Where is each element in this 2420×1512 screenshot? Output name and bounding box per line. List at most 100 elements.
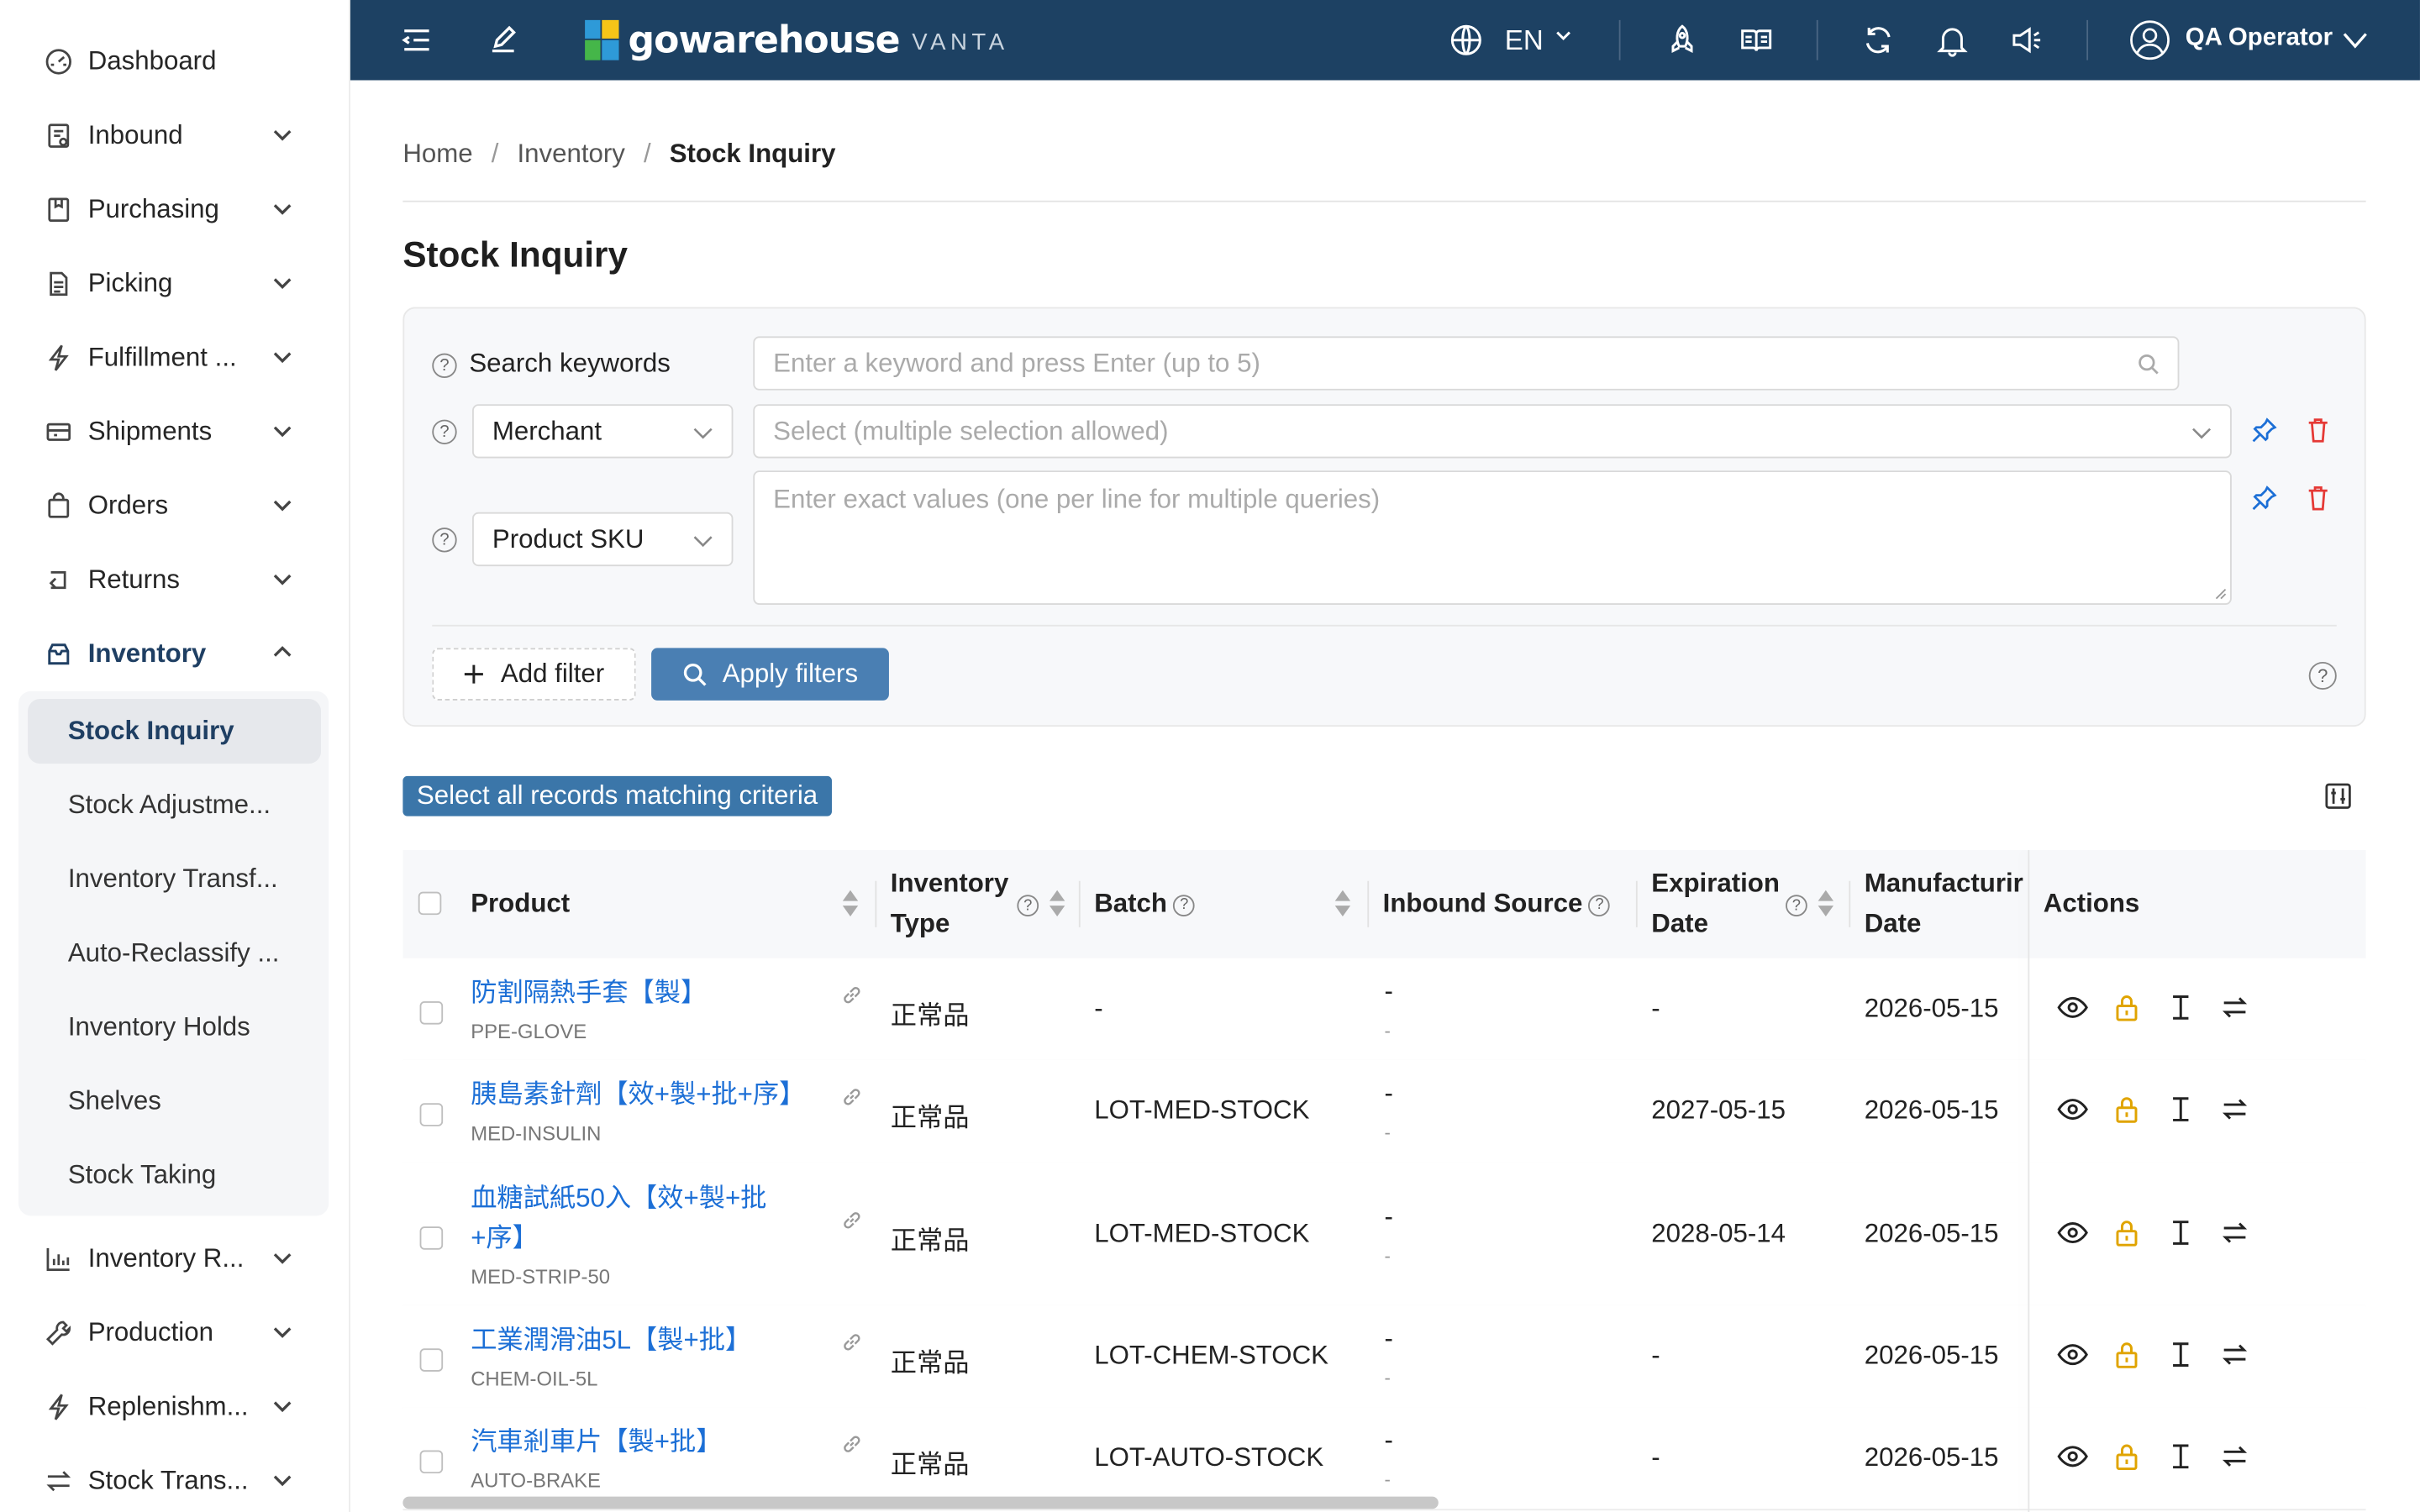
merchant-select[interactable]: Select (multiple selection allowed) (753, 404, 2232, 459)
merchant-field-select[interactable]: Merchant (472, 404, 734, 459)
search-input[interactable]: Enter a keyword and press Enter (up to 5… (753, 336, 2180, 391)
adjust-icon[interactable] (2165, 1217, 2196, 1248)
product-link[interactable]: 防割隔熱手套【製】 (471, 974, 810, 1014)
transfer-icon[interactable] (2219, 992, 2250, 1023)
add-filter-button[interactable]: Add filter (432, 648, 636, 701)
lock-icon[interactable] (2112, 1339, 2143, 1370)
select-all-checkbox[interactable] (418, 891, 442, 916)
resize-handle-icon[interactable] (2213, 586, 2228, 601)
row-checkbox[interactable] (419, 1226, 444, 1250)
column-header-product[interactable]: Product (471, 850, 570, 958)
speaker-icon[interactable] (2008, 22, 2045, 59)
column-settings-icon[interactable] (2324, 782, 2352, 810)
select-all-matching-button[interactable]: Select all records matching criteria (402, 775, 832, 816)
breadcrumb-inventory[interactable]: Inventory (517, 139, 624, 170)
sidebar-subitem-stock-inquiry[interactable]: Stock Inquiry (28, 699, 322, 764)
breadcrumb-home[interactable]: Home (402, 139, 472, 170)
sidebar-item-returns[interactable]: Returns (24, 549, 321, 611)
globe-icon[interactable] (1448, 22, 1485, 59)
column-header-inventory-type[interactable]: Inventory Type (891, 850, 1009, 958)
link-icon[interactable] (841, 984, 863, 1006)
sidebar-subitem-auto-reclassify[interactable]: Auto-Reclassify ... (28, 921, 321, 986)
refresh-icon[interactable] (1860, 22, 1897, 59)
row-checkbox[interactable] (419, 1450, 444, 1474)
user-name[interactable]: QA Operator (2186, 24, 2333, 52)
book-icon[interactable] (1738, 22, 1775, 59)
delete-icon[interactable] (2304, 417, 2332, 444)
help-icon[interactable]: ? (1173, 895, 1196, 916)
transfer-icon[interactable] (2219, 1339, 2250, 1370)
sort-icon[interactable] (842, 890, 859, 918)
product-link[interactable]: 工業潤滑油5L【製+批】 (471, 1320, 810, 1361)
row-checkbox[interactable] (419, 1001, 444, 1025)
sidebar-item-replenishment[interactable]: Replenishm... (24, 1376, 321, 1437)
link-icon[interactable] (841, 1210, 863, 1231)
link-icon[interactable] (841, 1086, 863, 1108)
column-header-batch[interactable]: Batch ? (1094, 850, 1196, 958)
sidebar-subitem-stock-adjustment[interactable]: Stock Adjustme... (28, 773, 321, 837)
sidebar-item-picking[interactable]: Picking (24, 253, 321, 314)
sidebar-item-shipments[interactable]: Shipments (24, 402, 321, 463)
view-icon[interactable] (2057, 1217, 2088, 1248)
sidebar-item-fulfillment[interactable]: Fulfillment ... (24, 327, 321, 388)
sidebar-item-production[interactable]: Production (24, 1302, 321, 1363)
link-icon[interactable] (841, 1331, 863, 1353)
adjust-icon[interactable] (2165, 1094, 2196, 1125)
column-header-expiration-date[interactable]: Expiration Date (1651, 850, 1780, 958)
sort-icon[interactable] (1334, 890, 1351, 918)
sidebar-subitem-inventory-holds[interactable]: Inventory Holds (28, 995, 321, 1060)
sort-icon[interactable] (1818, 890, 1833, 918)
lock-icon[interactable] (2112, 992, 2143, 1023)
column-header-inbound-source[interactable]: Inbound Source ? (1383, 850, 1611, 958)
horizontal-scrollbar[interactable] (402, 1496, 1439, 1509)
row-checkbox[interactable] (419, 1103, 444, 1126)
apply-filters-button[interactable]: Apply filters (651, 648, 889, 701)
view-icon[interactable] (2057, 992, 2088, 1023)
help-icon[interactable]: ? (1786, 895, 1807, 916)
menu-collapse-icon[interactable] (398, 22, 435, 59)
sidebar-item-purchasing[interactable]: Purchasing (24, 179, 321, 240)
sidebar-item-inventory-reports[interactable]: Inventory R... (24, 1228, 321, 1289)
sidebar-subitem-shelves[interactable]: Shelves (28, 1069, 321, 1134)
product-link[interactable]: 汽車剎車片【製+批】 (471, 1422, 810, 1462)
sku-field-select[interactable]: Product SKU (472, 512, 734, 567)
transfer-icon[interactable] (2219, 1441, 2250, 1472)
brand-logo[interactable]: gowarehouse VANTA (585, 17, 1008, 63)
lock-icon[interactable] (2112, 1217, 2143, 1248)
help-icon[interactable]: ? (432, 353, 457, 378)
row-checkbox[interactable] (419, 1348, 444, 1372)
sidebar-item-inbound[interactable]: Inbound (24, 105, 321, 166)
view-icon[interactable] (2057, 1441, 2088, 1472)
rocket-icon[interactable] (1664, 22, 1701, 59)
column-header-manufacturing-date[interactable]: Manufacturir Date (1865, 850, 2028, 958)
delete-icon[interactable] (2304, 485, 2332, 512)
view-icon[interactable] (2057, 1094, 2088, 1125)
lock-icon[interactable] (2112, 1441, 2143, 1472)
help-icon[interactable]: ? (2308, 661, 2337, 690)
language-selector[interactable]: EN (1505, 24, 1544, 57)
transfer-icon[interactable] (2219, 1094, 2250, 1125)
transfer-icon[interactable] (2219, 1217, 2250, 1248)
product-link[interactable]: 血糖試紙50入【效+製+批+序】 (471, 1179, 802, 1259)
adjust-icon[interactable] (2165, 1339, 2196, 1370)
edit-icon[interactable] (485, 22, 522, 59)
view-icon[interactable] (2057, 1339, 2088, 1370)
help-icon[interactable]: ? (432, 528, 457, 553)
chevron-down-icon[interactable] (1551, 24, 1576, 48)
sidebar-subitem-inventory-transfer[interactable]: Inventory Transf... (28, 847, 321, 911)
pin-icon[interactable] (2250, 485, 2278, 512)
product-link[interactable]: 胰島素針劑【效+製+批+序】 (471, 1075, 841, 1116)
help-icon[interactable]: ? (432, 419, 457, 444)
lock-icon[interactable] (2112, 1094, 2143, 1125)
pin-icon[interactable] (2250, 417, 2278, 444)
sidebar-item-dashboard[interactable]: Dashboard (24, 31, 321, 92)
sidebar-item-orders[interactable]: Orders (24, 475, 321, 537)
bell-icon[interactable] (1933, 22, 1970, 59)
adjust-icon[interactable] (2165, 992, 2196, 1023)
help-icon[interactable]: ? (1588, 895, 1611, 916)
link-icon[interactable] (841, 1433, 863, 1455)
adjust-icon[interactable] (2165, 1441, 2196, 1472)
avatar[interactable] (2130, 20, 2170, 60)
sidebar-subitem-stock-taking[interactable]: Stock Taking (28, 1143, 321, 1208)
sku-textarea[interactable]: Enter exact values (one per line for mul… (753, 470, 2232, 605)
